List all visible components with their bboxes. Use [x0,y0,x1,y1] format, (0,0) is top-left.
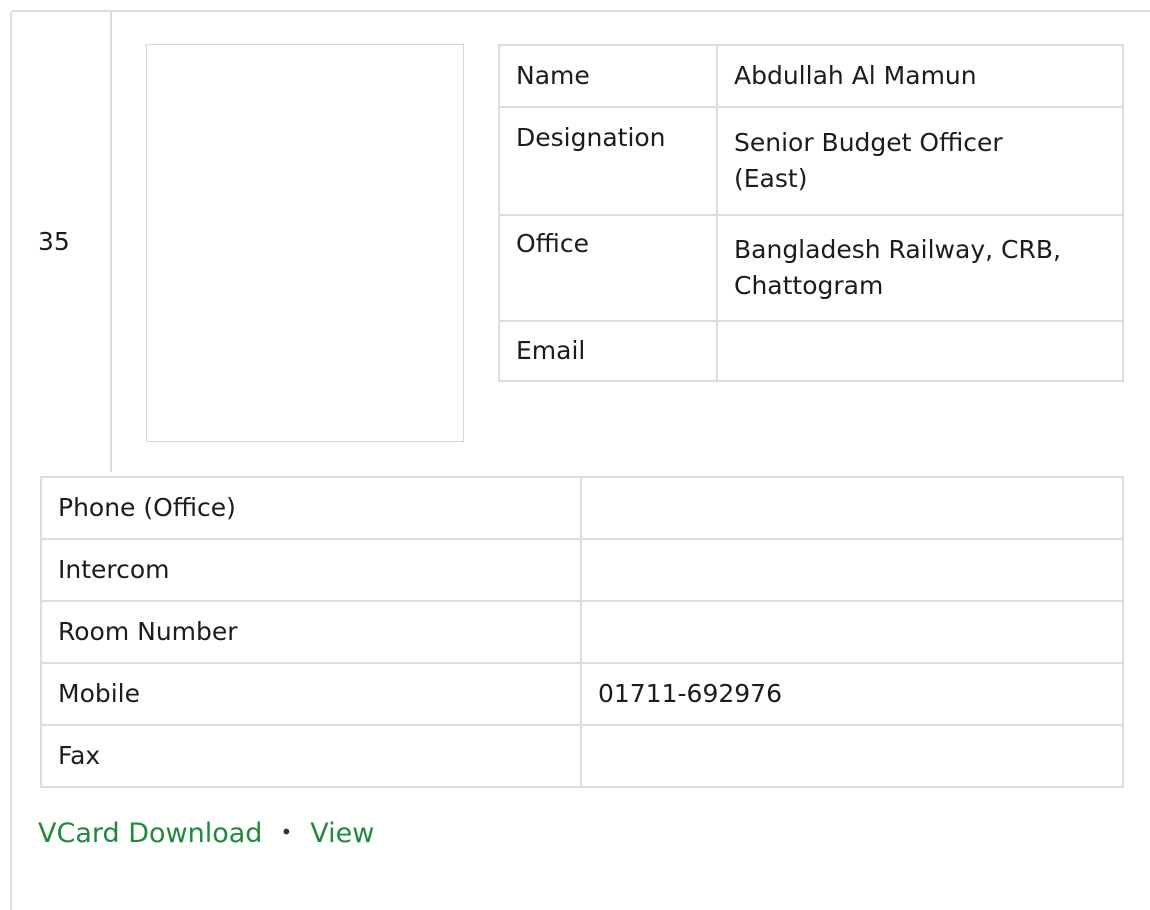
contact-label: Phone (Office) [40,476,582,540]
card-links: VCard Download • View [38,818,374,849]
contact-table: Phone (Office) Intercom Room Number Mobi… [40,476,1124,788]
info-label: Designation [498,106,718,216]
table-row: Mobile 01711-692976 [40,662,1124,726]
table-row: Email [498,320,1124,382]
employee-photo [146,44,464,442]
contact-label: Fax [40,724,582,788]
info-value [716,320,1124,382]
serial-number: 35 [38,227,70,256]
contact-value [580,476,1124,540]
view-link[interactable]: View [310,818,374,849]
info-label: Office [498,214,718,322]
info-label: Email [498,320,718,382]
info-label: Name [498,44,718,108]
contact-value [580,600,1124,664]
table-row: Fax [40,724,1124,788]
info-value: Senior Budget Officer (East) [716,106,1124,216]
table-row: Office Bangladesh Railway, CRB, Chattogr… [498,214,1124,322]
contact-value [580,538,1124,602]
vcard-download-link[interactable]: VCard Download [38,818,262,849]
table-row: Name Abdullah Al Mamun [498,44,1124,108]
contact-label: Room Number [40,600,582,664]
contact-value [580,724,1124,788]
contact-label: Intercom [40,538,582,602]
table-row: Room Number [40,600,1124,664]
info-value: Abdullah Al Mamun [716,44,1124,108]
table-row: Intercom [40,538,1124,602]
contact-value[interactable]: 01711-692976 [580,662,1124,726]
contact-label: Mobile [40,662,582,726]
table-row: Phone (Office) [40,476,1124,540]
link-separator: • [280,820,293,844]
table-row: Designation Senior Budget Officer (East) [498,106,1124,216]
column-divider [110,10,112,472]
info-value: Bangladesh Railway, CRB, Chattogram [716,214,1124,322]
info-table: Name Abdullah Al Mamun Designation Senio… [498,44,1124,382]
